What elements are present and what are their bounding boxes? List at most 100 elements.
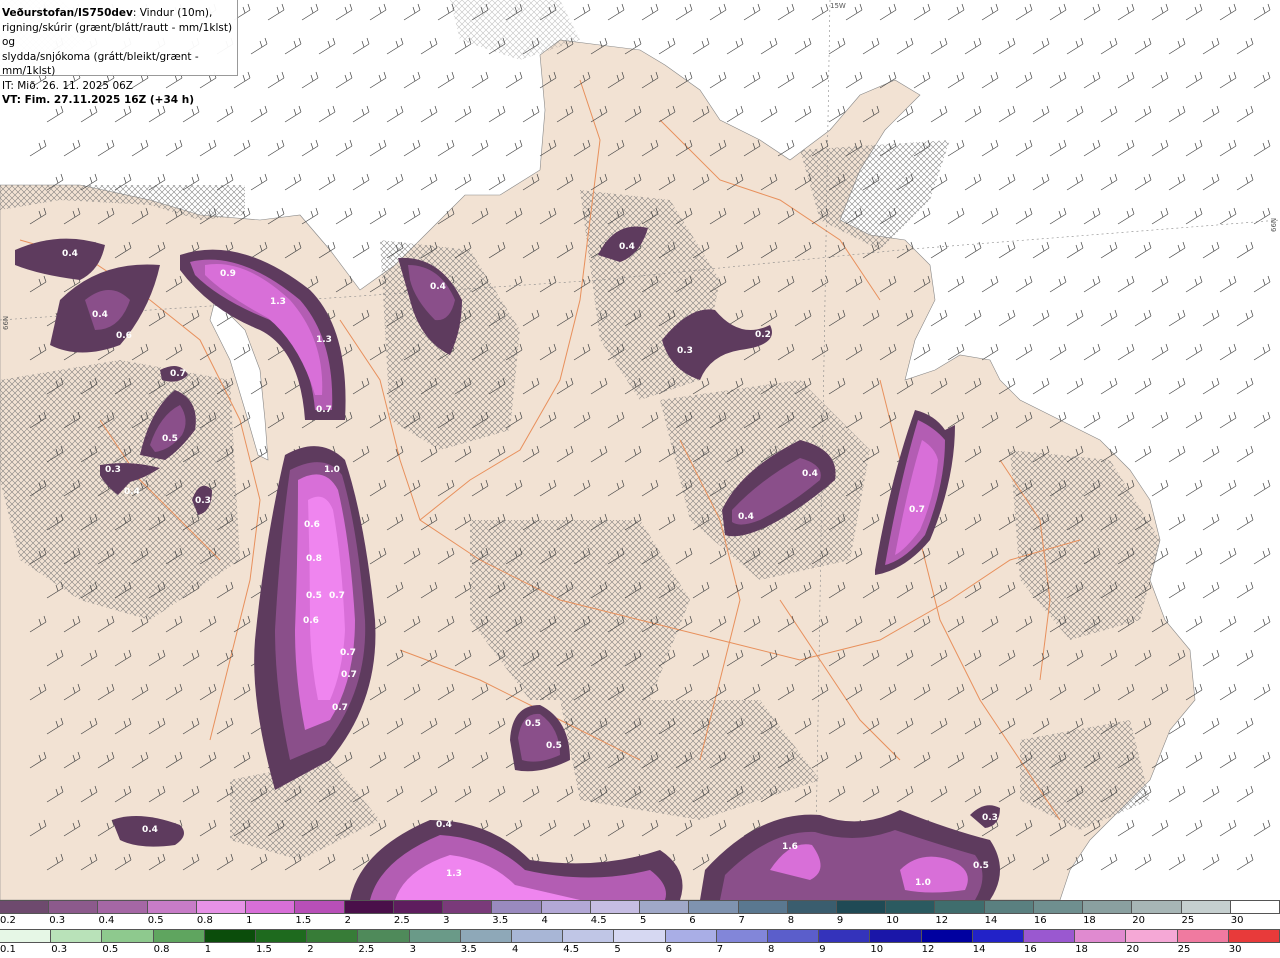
legend-tick-label: 18 — [1075, 944, 1088, 955]
svg-text:0.5: 0.5 — [162, 434, 178, 444]
legend-tick-label: 2 — [307, 944, 314, 955]
legend-tick-label: 0.8 — [196, 915, 213, 926]
svg-text:0.7: 0.7 — [329, 591, 345, 601]
legend-swatch — [640, 901, 690, 913]
svg-text:0.6: 0.6 — [304, 520, 320, 530]
legend-swatch — [787, 901, 837, 913]
legend-swatch — [665, 930, 717, 942]
legend-snow-ticks: 0.2 0.3 0.4 0.5 0.8 1 1.5 2 2.5 3 3.5 4 4.5 5 6 7 8 9 10 12… — [0, 915, 1280, 929]
legend-tick-label: 10 — [870, 944, 884, 955]
svg-text:0.5: 0.5 — [546, 741, 562, 751]
legend-swatch — [1033, 901, 1084, 913]
legend-tick-label: 30 — [1230, 915, 1244, 926]
legend-tick-label: 16 — [1024, 944, 1037, 955]
legend-swatch — [563, 930, 615, 942]
title-line-1: Veðurstofan/IS750dev: Vindur (10m), — [2, 6, 237, 21]
legend-tick-label: 25 — [1181, 915, 1195, 926]
svg-text:0.4: 0.4 — [738, 512, 754, 522]
legend-swatch — [98, 901, 148, 913]
legend-tick-label: 4.5 — [563, 944, 580, 955]
legend-tick-label: 1.5 — [256, 944, 272, 955]
legend-swatch — [102, 930, 154, 942]
legend-swatch — [689, 901, 739, 913]
legend-swatch — [344, 901, 394, 913]
legend-tick-label: 1 — [204, 944, 212, 955]
legend-swatch — [204, 930, 257, 942]
legend-swatch — [0, 930, 52, 942]
legend-tick-label: 0.3 — [51, 944, 68, 955]
legend-swatch — [1230, 901, 1280, 913]
svg-text:0.5: 0.5 — [525, 719, 541, 729]
legend-swatch — [972, 930, 1025, 942]
legend-tick-label: 12 — [935, 915, 949, 926]
legend-swatch — [0, 901, 50, 913]
legend-swatch — [1083, 901, 1133, 913]
map-title-box: Veðurstofan/IS750dev: Vindur (10m), rign… — [0, 0, 238, 106]
legend-tick-label: 20 — [1132, 915, 1146, 926]
legend-tick-label: 2 — [344, 915, 351, 926]
svg-text:0.7: 0.7 — [332, 703, 348, 713]
legend-swatch — [819, 930, 871, 942]
legend-tick-label: 2.5 — [358, 944, 375, 955]
svg-text:0.6: 0.6 — [116, 331, 132, 341]
svg-text:0.5: 0.5 — [973, 861, 989, 871]
svg-text:0.4: 0.4 — [619, 242, 635, 252]
legend-swatch — [921, 930, 973, 942]
title-desc-1: : Vindur (10m), — [132, 7, 213, 19]
svg-text:0.4: 0.4 — [124, 487, 140, 497]
svg-text:0.5: 0.5 — [306, 591, 322, 601]
svg-text:0.7: 0.7 — [170, 369, 186, 379]
legend-tick-label: 4 — [512, 944, 519, 955]
svg-text:0.8: 0.8 — [306, 554, 322, 564]
svg-text:0.4: 0.4 — [92, 310, 108, 320]
legend-swatch — [1132, 901, 1182, 913]
svg-text:0.4: 0.4 — [142, 825, 158, 835]
legend-rain-ticks: 0.1 0.3 0.5 0.8 1 1.5 2 2.5 3 3.5 4 4.5 5 6 7 8 9 10 12 14 1… — [0, 944, 1280, 958]
legend-tick-label: 0.4 — [98, 915, 115, 926]
legend-swatch — [870, 930, 922, 942]
legend-tick-label: 6 — [665, 944, 672, 955]
legend-swatch — [49, 901, 99, 913]
legend-swatch — [590, 901, 641, 913]
legend-swatch — [984, 901, 1034, 913]
legend-snow-swatches — [0, 900, 1280, 914]
svg-text:1.6: 1.6 — [782, 842, 798, 852]
legend-tick-label: 30 — [1228, 944, 1242, 955]
legend-swatch — [1228, 930, 1280, 942]
legend-swatch — [409, 930, 461, 942]
grid-label-66n-right: 66N — [1270, 218, 1278, 232]
legend-swatch — [393, 901, 444, 913]
svg-text:1.0: 1.0 — [324, 465, 340, 475]
svg-text:0.3: 0.3 — [677, 346, 693, 356]
legend-tick-label: 1 — [246, 915, 253, 926]
legend-rain-swatches — [0, 929, 1280, 943]
legend-tick-label: 8 — [787, 915, 795, 926]
legend-swatch — [307, 930, 359, 942]
svg-text:0.4: 0.4 — [436, 820, 452, 830]
svg-text:0.3: 0.3 — [982, 813, 998, 823]
legend-swatch — [358, 930, 410, 942]
svg-text:0.6: 0.6 — [303, 616, 319, 626]
legend-tick-label: 0.8 — [153, 944, 170, 955]
legend-tick-label: 25 — [1177, 944, 1191, 955]
legend-swatch — [1075, 930, 1127, 942]
legend-tick-label: 5 — [614, 944, 621, 955]
legend-swatch — [738, 901, 788, 913]
legend-swatch — [935, 901, 985, 913]
svg-text:0.7: 0.7 — [341, 670, 357, 680]
svg-text:0.4: 0.4 — [62, 249, 78, 259]
legend-tick-label: 8 — [768, 944, 775, 955]
legend-tick-label: 0.5 — [147, 915, 164, 926]
legend-snow: 0.2 0.3 0.4 0.5 0.8 1 1.5 2 2.5 3 3.5 4 4.5 5 6 7 8 9 10 12… — [0, 900, 1280, 929]
valid-time: VT: Fim. 27.11.2025 16Z (+34 h) — [2, 94, 195, 106]
legend-tick-label: 7 — [738, 915, 745, 926]
legend-swatch — [541, 901, 591, 913]
svg-text:0.4: 0.4 — [802, 469, 818, 479]
weather-map: 15W 66N 66N 0.4 0.4 0.6 0.9 1.3 1.3 0.7 … — [0, 0, 1280, 901]
legend-swatch — [1177, 930, 1229, 942]
legend-swatch — [886, 901, 936, 913]
legend-swatch — [51, 930, 103, 942]
legend-swatch — [512, 930, 564, 942]
svg-text:1.0: 1.0 — [915, 878, 931, 888]
legend-swatch — [836, 901, 887, 913]
